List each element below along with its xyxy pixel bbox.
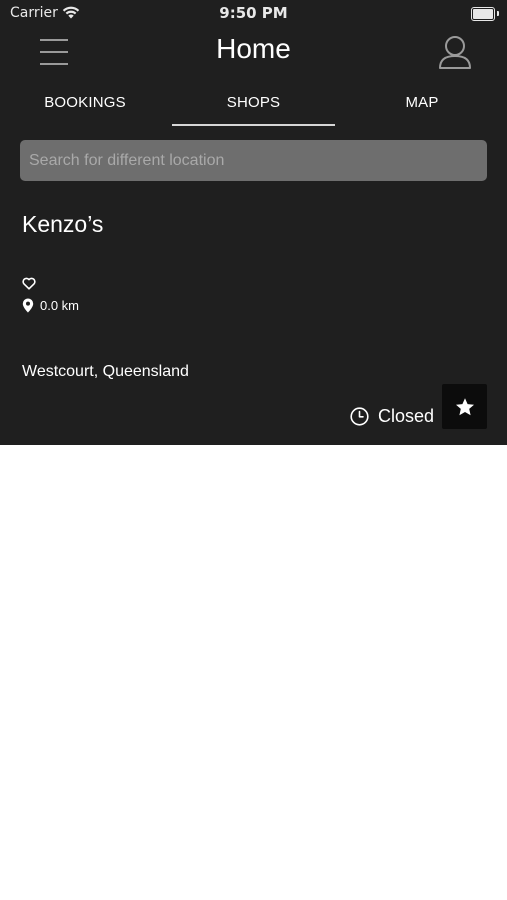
tab-bar: BOOKINGS SHOPS MAP — [0, 88, 507, 128]
status-label: Closed — [378, 405, 435, 426]
battery-icon — [471, 7, 495, 21]
page-title: Home — [216, 33, 291, 64]
favorite-button[interactable] — [22, 275, 36, 290]
tab-map[interactable]: MAP — [337, 88, 507, 124]
empty-list-area — [0, 445, 507, 900]
selected-tab-indicator — [172, 124, 335, 126]
tab-bookings[interactable]: BOOKINGS — [0, 88, 170, 124]
distance-row: 0.0 km — [22, 296, 79, 314]
status-bar: Carrier 9:50 PM — [0, 0, 507, 26]
tab-shops[interactable]: SHOPS — [172, 88, 335, 124]
clock-icon — [350, 406, 369, 426]
opening-status: Closed — [350, 405, 434, 427]
shop-distance: 0.0 km — [40, 297, 80, 313]
profile-button[interactable] — [436, 34, 474, 72]
shop-name: Kenzo’s — [22, 211, 104, 237]
location-search-input[interactable] — [20, 140, 487, 181]
star-icon — [455, 397, 474, 415]
star-button[interactable] — [442, 384, 487, 429]
status-time: 9:50 PM — [219, 4, 288, 22]
location-pin-icon — [22, 298, 34, 312]
battery-tip — [497, 11, 499, 16]
shop-address: Westcourt, Queensland — [22, 363, 189, 380]
heart-outline-icon — [22, 277, 36, 290]
user-profile-icon — [439, 36, 471, 69]
